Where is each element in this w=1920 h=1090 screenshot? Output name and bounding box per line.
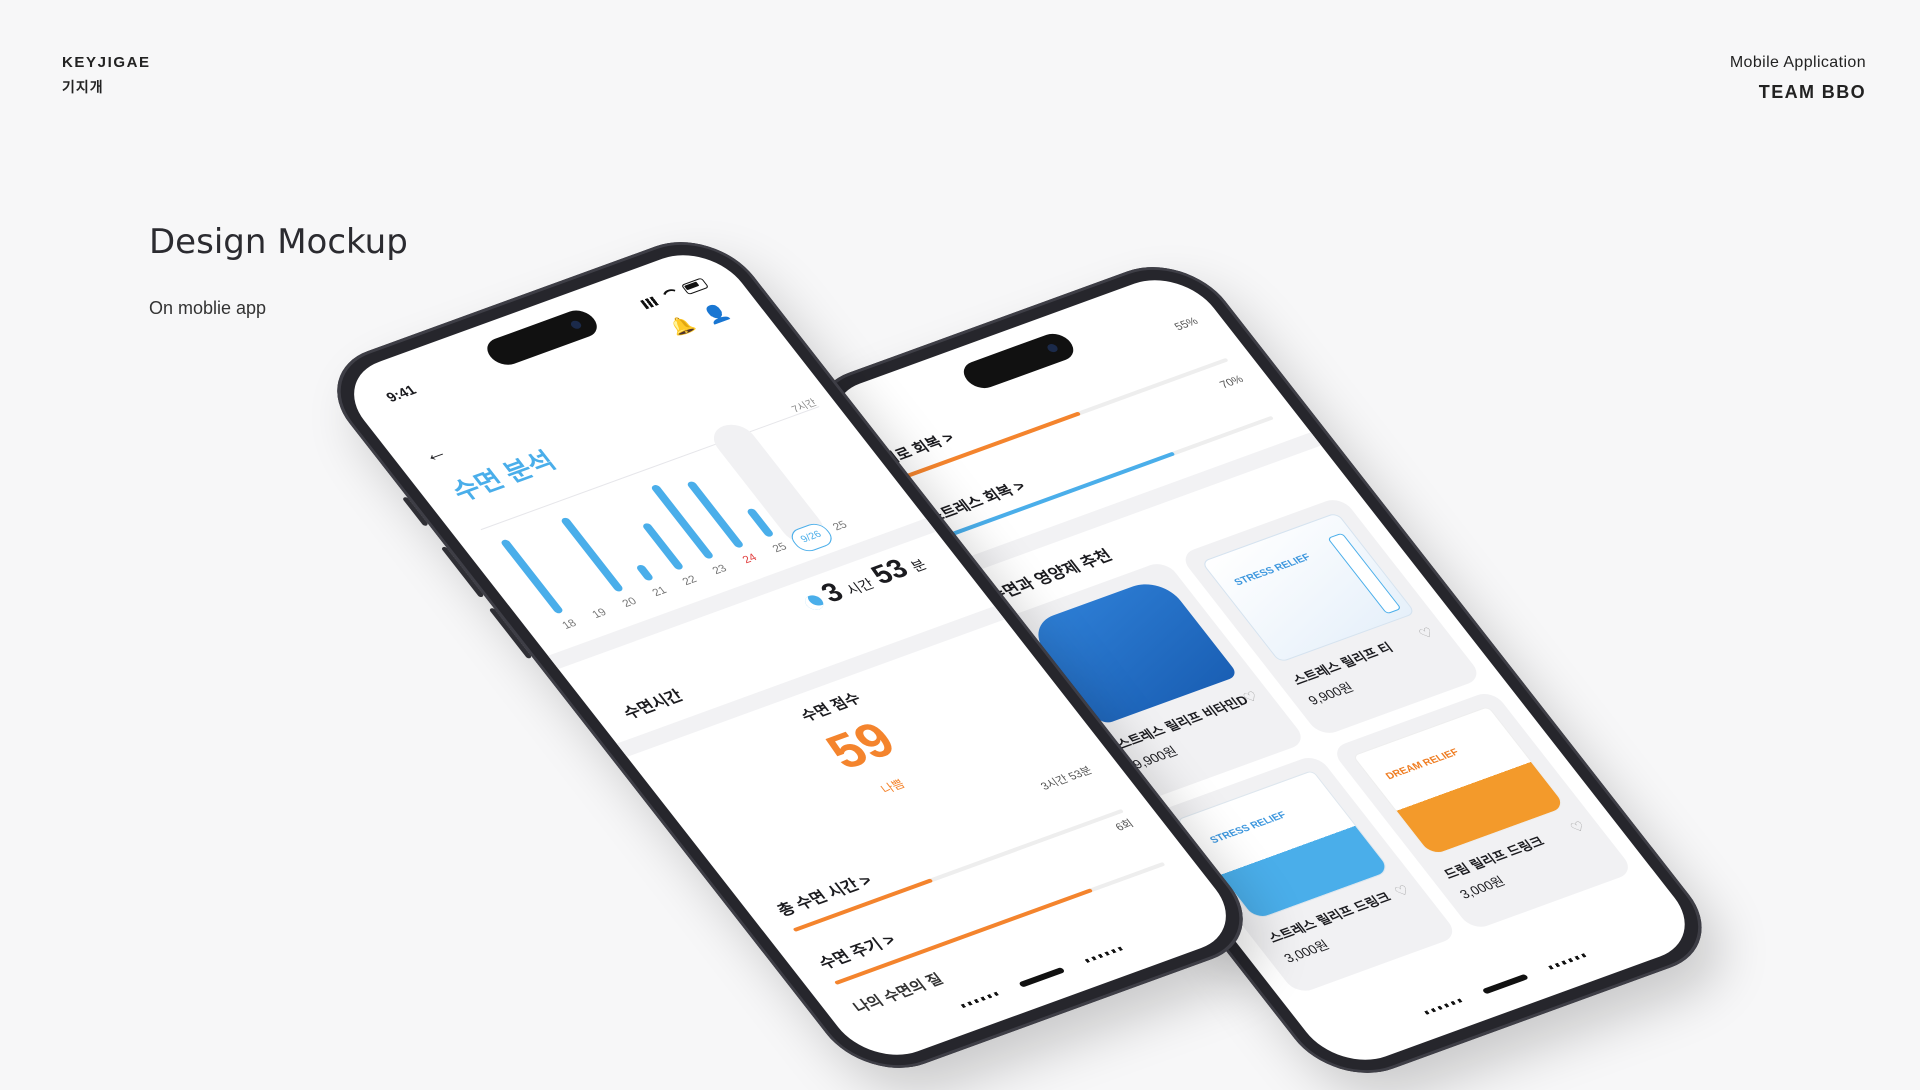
wifi-icon	[659, 286, 684, 303]
speaker-grille	[960, 991, 999, 1009]
page-title: Design Mockup	[149, 222, 408, 262]
sleep-bar[interactable]	[635, 563, 655, 582]
stress-label: 스트레스 회복 >	[924, 478, 1030, 527]
speaker-grille	[1424, 998, 1463, 1015]
signal-icon	[640, 295, 662, 310]
brand-name-kr: 기지개	[62, 79, 104, 95]
page-subtitle: On moblie app	[149, 298, 267, 318]
moon-icon	[801, 593, 827, 613]
dynamic-island	[957, 329, 1080, 393]
back-arrow-icon[interactable]: ←	[416, 439, 454, 468]
x-tick-label: 21	[650, 584, 670, 599]
action-button	[402, 496, 429, 527]
battery-icon	[680, 277, 710, 295]
dynamic-island	[480, 306, 604, 369]
project-meta: Mobile Application TEAM BBO	[1730, 54, 1866, 103]
sleep-bar[interactable]	[641, 522, 685, 571]
x-tick-label: 19	[589, 606, 610, 621]
category-label: Mobile Application	[1729, 54, 1866, 71]
x-tick-label: 18	[559, 617, 580, 632]
speaker-grille	[1084, 946, 1123, 963]
heart-icon[interactable]: ♡	[1391, 882, 1414, 900]
user-icon[interactable]: 👤	[699, 302, 734, 327]
heart-icon[interactable]: ♡	[1415, 624, 1438, 642]
sleep-hours-unit: 시간	[842, 575, 878, 598]
sleep-cycle-value: 6회	[1113, 818, 1137, 834]
clock: 9:41	[382, 381, 420, 405]
brand-block: KEYJIGAE 기지개	[62, 54, 151, 97]
charging-port	[1018, 966, 1066, 988]
x-tick-label: 24	[740, 551, 760, 566]
brand-name-en: KEYJIGAE	[62, 54, 151, 71]
bell-icon[interactable]: 🔔	[665, 314, 700, 339]
x-tick-label: 20	[620, 595, 640, 610]
fatigue-percent: 55%	[1172, 315, 1201, 333]
phone-bottom-ports	[1424, 952, 1588, 1015]
x-tick-label: 25	[830, 519, 850, 534]
x-tick-label: 25	[770, 540, 790, 556]
speaker-grille	[1548, 953, 1587, 970]
stress-percent: 70%	[1217, 373, 1247, 391]
heart-icon[interactable]: ♡	[1567, 818, 1590, 836]
team-label: TEAM BBO	[1758, 82, 1866, 102]
sleep-bar[interactable]	[559, 516, 625, 593]
x-tick-label: 23	[710, 562, 730, 577]
x-tick-label: 22	[680, 573, 700, 588]
charging-port	[1481, 973, 1529, 995]
sleep-bar[interactable]	[499, 538, 565, 615]
sleep-time-label: 수면시간	[620, 688, 687, 723]
y-axis-label: 7시간	[789, 397, 820, 416]
